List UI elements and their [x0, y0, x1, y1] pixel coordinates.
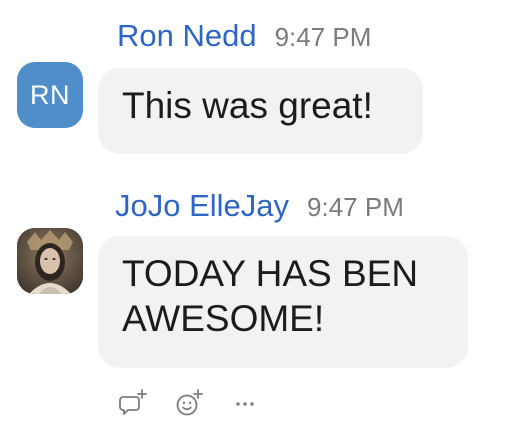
- add-reaction-icon: [176, 389, 203, 416]
- author-name[interactable]: JoJo ElleJay: [115, 188, 289, 224]
- avatar-initials: RN: [30, 79, 70, 110]
- message-bubble: TODAY HAS BEN AWESOME!: [98, 236, 468, 368]
- reply-plus-icon: [119, 389, 147, 415]
- more-options-icon: [236, 402, 254, 406]
- message-actions: [116, 386, 262, 420]
- message-text: TODAY HAS BEN AWESOME!: [122, 253, 419, 340]
- reply-button[interactable]: [116, 386, 150, 420]
- message-header: Ron Nedd 9:47 PM: [117, 18, 371, 54]
- avatar[interactable]: [17, 228, 83, 294]
- message-text: This was great!: [122, 85, 373, 126]
- timestamp: 9:47 PM: [307, 192, 404, 222]
- author-name[interactable]: Ron Nedd: [117, 18, 257, 54]
- more-options-button[interactable]: [228, 386, 262, 420]
- add-reaction-button[interactable]: [172, 386, 206, 420]
- message-header: JoJo ElleJay 9:47 PM: [115, 188, 404, 224]
- avatar-photo-icon: [17, 228, 83, 294]
- avatar[interactable]: RN: [17, 62, 83, 128]
- message-bubble: This was great!: [98, 68, 423, 154]
- timestamp: 9:47 PM: [274, 22, 372, 52]
